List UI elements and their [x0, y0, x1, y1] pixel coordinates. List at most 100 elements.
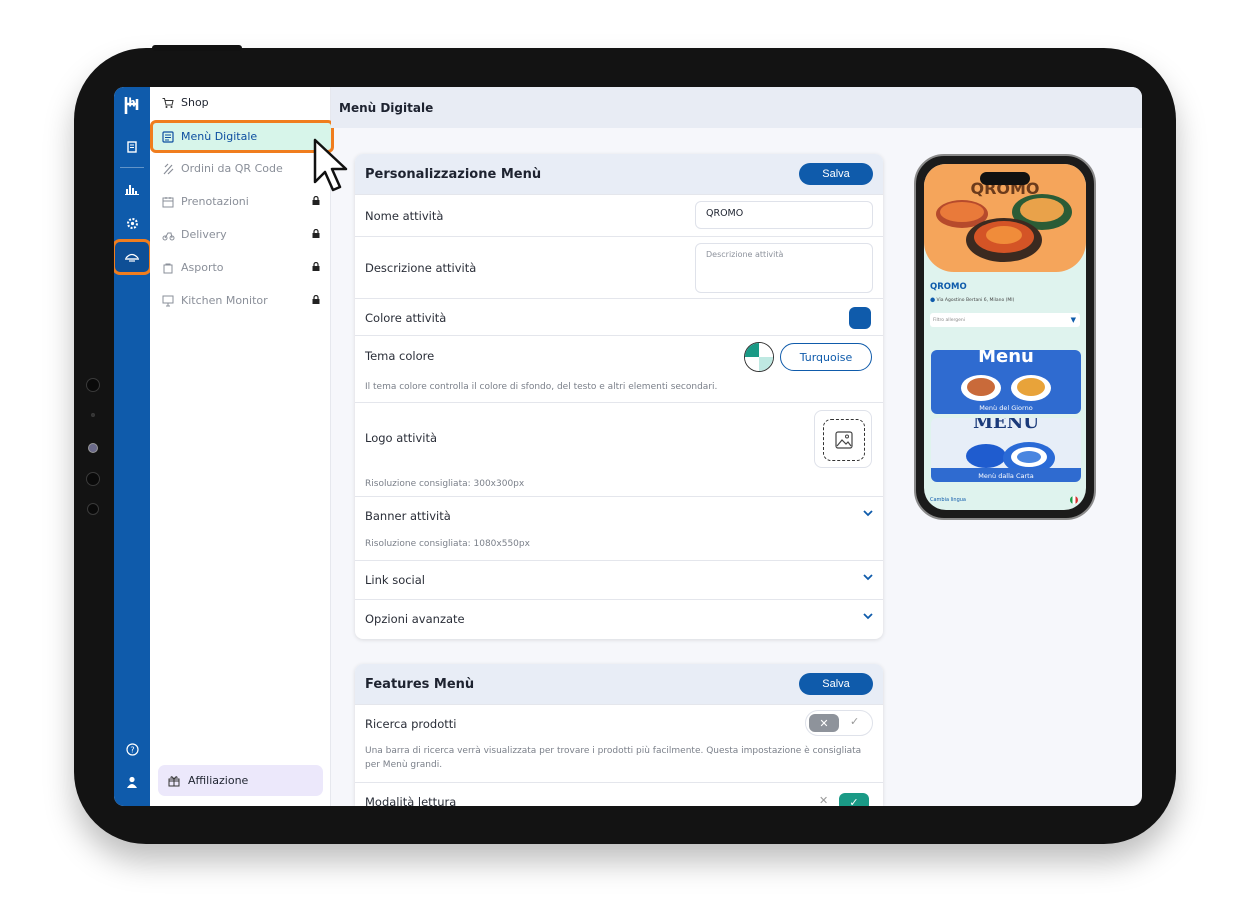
ricerca-hint: Una barra di ricerca verrà visualizzata …	[365, 746, 862, 770]
nome-input[interactable]: QROMO	[695, 201, 873, 229]
features-card: Features Menù Salva Ricerca prodotti ✕ ✓…	[355, 664, 883, 806]
receipt-icon[interactable]	[114, 132, 150, 162]
calendar-icon	[161, 195, 175, 209]
qr-icon	[161, 162, 175, 176]
tema-hint: Il tema colore controlla il colore di sf…	[365, 382, 718, 392]
menu-digital-icon[interactable]	[114, 239, 152, 275]
lock-icon	[312, 294, 320, 307]
personalizzazione-card: Personalizzazione Menù Salva Nome attivi…	[355, 154, 883, 639]
descrizione-label: Descrizione attività	[365, 261, 477, 275]
camera-lens	[88, 443, 98, 453]
check-icon: ✓	[850, 715, 860, 728]
logo-hint: Risoluzione consigliata: 300x300px	[365, 479, 525, 489]
card-header: Personalizzazione Menù Salva	[355, 154, 883, 194]
descrizione-textarea[interactable]: Descrizione attività	[695, 243, 873, 293]
row-nome-attivita: Nome attività QROMO	[355, 194, 883, 236]
affiliazione-button[interactable]: Affiliazione	[158, 765, 323, 796]
nav-item-asporto[interactable]: Asporto	[158, 254, 326, 281]
nav-item-menu-digitale[interactable]: Menù Digitale	[150, 120, 334, 153]
business-address-text: Via Agostino Bertani 6, Milano (MI)	[936, 298, 1015, 303]
color-swatch[interactable]	[849, 307, 871, 329]
nav-item-label: Shop	[181, 96, 209, 109]
nav-item-label: Asporto	[181, 261, 224, 274]
chevron-down-icon[interactable]	[863, 612, 873, 623]
save-button[interactable]: Salva	[799, 673, 873, 695]
help-icon[interactable]: ?	[114, 734, 150, 764]
nav-item-label: Kitchen Monitor	[181, 294, 268, 307]
allergen-filter[interactable]: Filtro allergeni ▼	[930, 313, 1080, 327]
nav-item-ordini-qr[interactable]: Ordini da QR Code	[158, 155, 326, 182]
mouse-cursor-icon	[313, 138, 348, 192]
monitor-icon	[161, 294, 175, 308]
theme-preview-icon	[744, 342, 774, 372]
row-opzioni-avanzate[interactable]: Opzioni avanzate	[355, 599, 883, 638]
nav-item-label: Ordini da QR Code	[181, 162, 283, 175]
user-icon[interactable]	[114, 767, 150, 797]
chevron-down-icon[interactable]	[863, 573, 873, 584]
tema-label: Tema colore	[365, 349, 435, 363]
close-icon: ✕	[819, 794, 829, 806]
nav-item-label: Prenotazioni	[181, 195, 249, 208]
chevron-down-icon[interactable]	[863, 509, 873, 520]
row-modalita-lettura: Modalità lettura ✕ ✓	[355, 782, 883, 806]
card-title: Features Menù	[365, 676, 475, 692]
camera-dot	[86, 378, 100, 392]
page-title-bar: Menù Digitale	[331, 87, 1142, 128]
bar-chart-icon[interactable]	[114, 174, 150, 204]
lettura-toggle[interactable]: ✕ ✓	[805, 790, 873, 806]
nav-item-kitchen-monitor[interactable]: Kitchen Monitor	[158, 287, 326, 314]
menu-card-giorno[interactable]: Menu Menù del Giorno	[931, 350, 1081, 414]
row-ricerca-prodotti: Ricerca prodotti ✕ ✓ Una barra di ricerc…	[355, 704, 883, 782]
allergen-filter-label: Filtro allergeni	[933, 317, 965, 323]
tablet-screen: ʰ ? Shop Menù Digitale Ordini da QR Code…	[114, 87, 1142, 806]
nav-item-shop[interactable]: Shop	[158, 89, 326, 116]
cart-icon	[161, 96, 175, 110]
row-descrizione: Descrizione attività Descrizione attivit…	[355, 236, 883, 298]
hero-banner: QROMO	[924, 164, 1086, 272]
row-colore: Colore attività	[355, 298, 883, 335]
nav-item-label: Menù Digitale	[181, 130, 258, 143]
lettura-label: Modalità lettura	[365, 795, 457, 806]
banner-label: Banner attività	[365, 509, 451, 523]
row-logo: Logo attività Risoluzione consigliata: 3…	[355, 402, 883, 496]
business-name: QROMO	[930, 282, 967, 292]
delivery-icon	[161, 228, 175, 242]
nome-label: Nome attività	[365, 209, 444, 223]
nav-item-prenotazioni[interactable]: Prenotazioni	[158, 188, 326, 215]
card-header: Features Menù Salva	[355, 664, 883, 704]
lock-icon	[312, 228, 320, 241]
logo-upload-box[interactable]	[814, 410, 872, 468]
menu-icon	[161, 130, 175, 144]
card-label: Menù dalla Carta	[978, 472, 1034, 480]
row-banner[interactable]: Banner attività Risoluzione consigliata:…	[355, 496, 883, 560]
nav-item-delivery[interactable]: Delivery	[158, 221, 326, 248]
bag-icon	[161, 261, 175, 275]
check-icon: ✓	[839, 793, 869, 806]
save-button[interactable]: Salva	[799, 163, 873, 185]
row-link-social[interactable]: Link social	[355, 560, 883, 599]
gift-icon	[168, 775, 180, 787]
image-placeholder-icon	[823, 419, 865, 461]
business-address: ⬤ Via Agostino Bertani 6, Milano (MI)	[930, 298, 1014, 303]
gear-icon[interactable]	[114, 208, 150, 238]
card-title: Personalizzazione Menù	[365, 166, 542, 182]
sensor-dot	[91, 413, 95, 417]
menu-card-carta[interactable]: MENU Menù dalla Carta	[931, 418, 1081, 482]
tablet-top-button	[152, 45, 242, 51]
icon-rail: ʰ ?	[114, 87, 152, 806]
row-tema-colore: Tema colore Turquoise Il tema colore con…	[355, 335, 883, 402]
flag-italy-icon[interactable]	[1070, 496, 1078, 504]
theme-select-button[interactable]: Turquoise	[780, 343, 872, 371]
app-logo-icon[interactable]: ʰ	[114, 90, 150, 122]
phone-preview: QROMO QROMO ⬤ Via Agostino Bertani 6, Mi…	[914, 154, 1096, 520]
sub-sidebar: Shop Menù Digitale Ordini da QR Code Pre…	[150, 87, 334, 806]
sensor-dot-2	[86, 472, 100, 486]
change-language[interactable]: Cambia lingua	[930, 497, 966, 503]
dynamic-island	[980, 172, 1030, 185]
social-label: Link social	[365, 573, 425, 587]
opzioni-label: Opzioni avanzate	[365, 612, 465, 626]
ricerca-toggle[interactable]: ✕ ✓	[805, 710, 873, 736]
ricerca-label: Ricerca prodotti	[365, 717, 457, 731]
svg-text:?: ?	[130, 745, 134, 754]
sensor-dot-3	[87, 503, 99, 515]
